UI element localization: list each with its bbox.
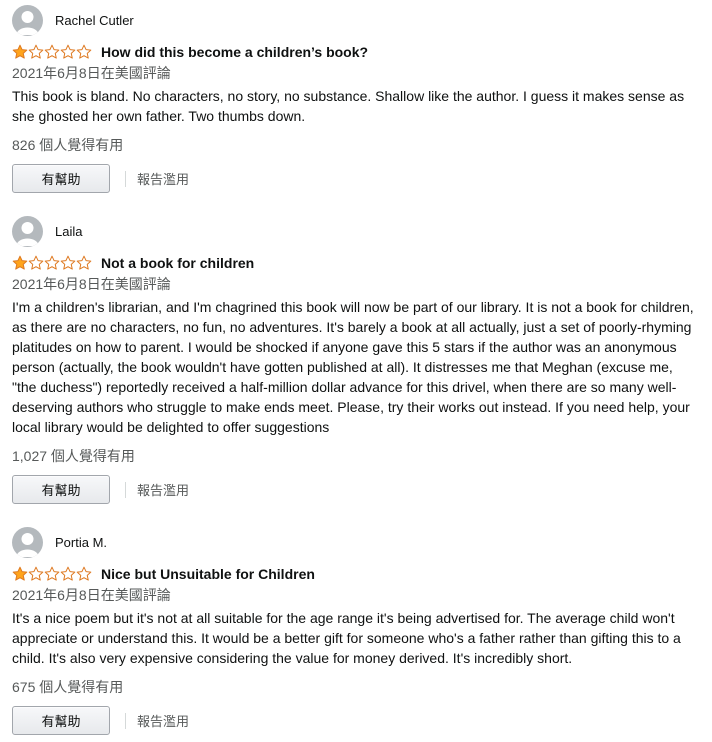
divider	[125, 712, 126, 729]
star-empty-icon	[28, 44, 44, 59]
report-abuse-link[interactable]: 報告濫用	[137, 169, 189, 188]
review-card: Laila Not a book for children 2021年6月8日在…	[0, 193, 712, 504]
reviewer-profile[interactable]: Portia M.	[0, 526, 712, 558]
star-empty-icon	[60, 255, 76, 270]
helpful-count: 1,027 個人覺得有用	[12, 448, 135, 464]
reviewer-profile[interactable]: Rachel Cutler	[0, 4, 712, 36]
star-empty-icon	[44, 255, 60, 270]
reviewer-name[interactable]: Laila	[55, 224, 82, 239]
helpful-button[interactable]: 有幫助	[12, 706, 110, 735]
star-rating[interactable]	[12, 566, 92, 582]
star-empty-icon	[76, 566, 92, 581]
helpful-button[interactable]: 有幫助	[12, 475, 110, 504]
review-card: Rachel Cutler How did this become a chil…	[0, 0, 712, 193]
review-date: 2021年6月8日在美國評論	[12, 276, 171, 292]
star-empty-icon	[60, 44, 76, 59]
star-empty-icon	[76, 255, 92, 270]
review-card: Portia M. Nice but Unsuitable for Childr…	[0, 504, 712, 735]
review-body: This book is bland. No characters, no st…	[12, 88, 685, 124]
avatar-icon	[12, 4, 43, 36]
helpful-count: 826 個人覺得有用	[12, 137, 124, 153]
avatar-icon	[12, 526, 43, 558]
review-body: I'm a children's librarian, and I'm chag…	[12, 299, 694, 435]
star-rating[interactable]	[12, 44, 92, 60]
helpful-count: 675 個人覺得有用	[12, 679, 124, 695]
star-empty-icon	[44, 44, 60, 59]
helpful-button[interactable]: 有幫助	[12, 164, 110, 193]
star-empty-icon	[76, 44, 92, 59]
reviewer-name[interactable]: Rachel Cutler	[55, 13, 134, 28]
review-title[interactable]: Nice but Unsuitable for Children	[101, 566, 315, 582]
review-title[interactable]: How did this become a children’s book?	[101, 44, 368, 60]
star-rating[interactable]	[12, 255, 92, 271]
star-empty-icon	[28, 566, 44, 581]
report-abuse-link[interactable]: 報告濫用	[137, 480, 189, 499]
star-empty-icon	[60, 566, 76, 581]
star-empty-icon	[28, 255, 44, 270]
review-date: 2021年6月8日在美國評論	[12, 587, 171, 603]
divider	[125, 170, 126, 187]
star-empty-icon	[44, 566, 60, 581]
review-body: It's a nice poem but it's not at all sui…	[12, 610, 681, 666]
reviewer-name[interactable]: Portia M.	[55, 535, 107, 550]
star-filled-icon	[12, 44, 28, 59]
star-filled-icon	[12, 255, 28, 270]
star-filled-icon	[12, 566, 28, 581]
avatar-icon	[12, 215, 43, 247]
divider	[125, 481, 126, 498]
reviewer-profile[interactable]: Laila	[0, 215, 712, 247]
review-title[interactable]: Not a book for children	[101, 255, 254, 271]
report-abuse-link[interactable]: 報告濫用	[137, 711, 189, 730]
review-date: 2021年6月8日在美國評論	[12, 65, 171, 81]
